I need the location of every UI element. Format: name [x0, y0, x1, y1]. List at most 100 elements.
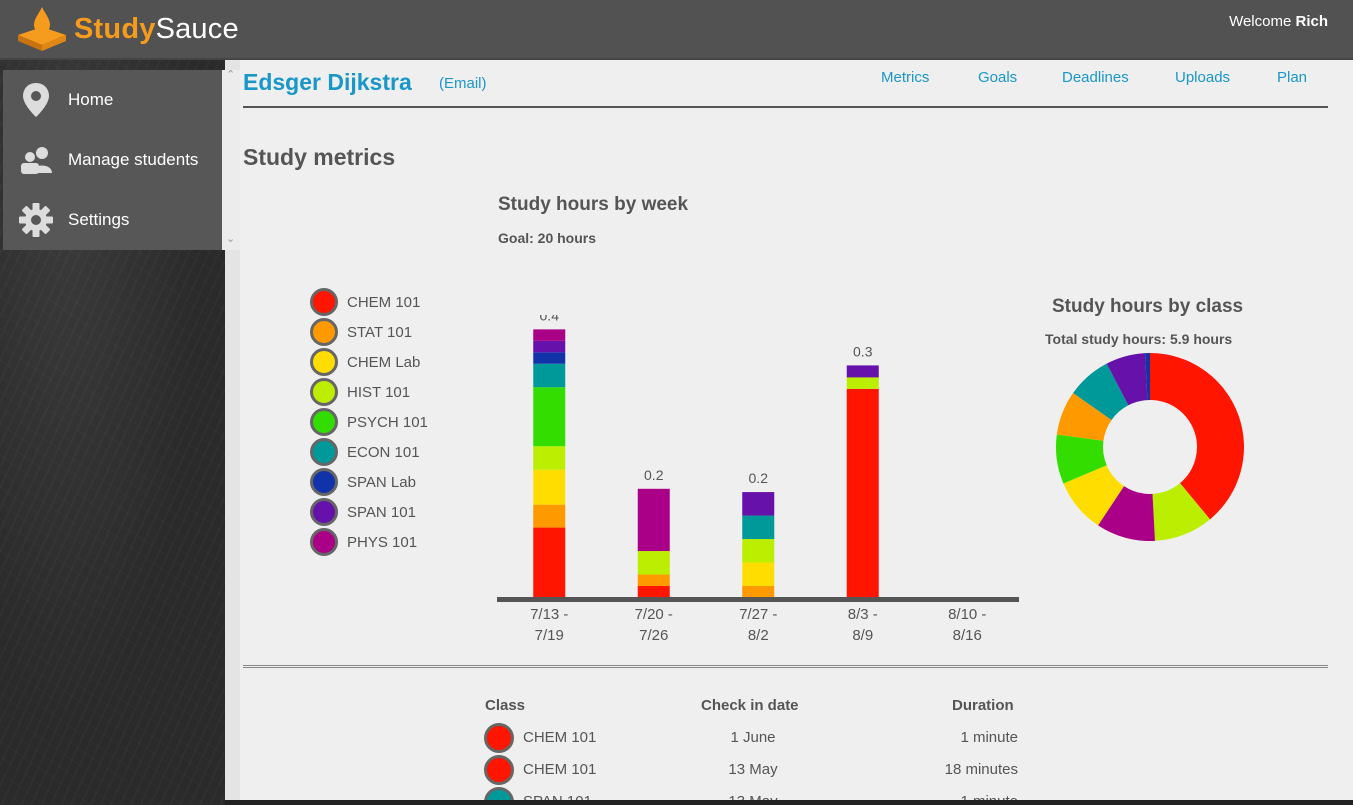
tab-uploads[interactable]: Uploads	[1175, 69, 1230, 86]
legend-item: CHEM 101	[310, 287, 480, 317]
bar-segment[interactable]	[637, 585, 670, 598]
x-tick-label: 7/26	[639, 627, 668, 644]
class-color-dot	[484, 755, 514, 785]
scroll-up-icon[interactable]: ⌃	[226, 68, 235, 81]
top-bar: StudySauce Welcome Rich	[0, 0, 1353, 60]
sidebar-scrollbar[interactable]: ⌃ ⌄	[222, 68, 240, 250]
bar-segment[interactable]	[846, 365, 879, 378]
legend-item: HIST 101	[310, 377, 480, 407]
page-title: Study metrics	[243, 144, 396, 170]
bar-segment[interactable]	[533, 527, 566, 598]
legend-item: CHEM Lab	[310, 347, 480, 377]
logo-text-study: Study	[74, 12, 156, 45]
sidebar-menu: Home Manage students Settings	[3, 70, 223, 250]
bar-segment[interactable]	[742, 492, 775, 516]
bar-segment[interactable]	[533, 352, 566, 364]
window-bottom-edge	[225, 800, 1353, 805]
legend-item: ECON 101	[310, 437, 480, 467]
x-tick-label: 8/2	[748, 627, 769, 644]
bar-segment[interactable]	[742, 585, 775, 598]
x-tick-label: 8/9	[852, 627, 873, 644]
bar-total-label: 0.4	[540, 315, 560, 323]
x-axis-line	[497, 597, 1019, 602]
legend-item: PHYS 101	[310, 527, 480, 557]
legend-label: ECON 101	[347, 443, 420, 461]
legend-label: PHYS 101	[347, 533, 418, 551]
bar-segment[interactable]	[742, 539, 775, 563]
sauce-bowl-icon	[18, 7, 66, 51]
bar-total-label: 0.2	[749, 470, 769, 486]
sidebar-item-manage-students[interactable]: Manage students	[3, 130, 223, 190]
sidebar-item-settings[interactable]: Settings	[3, 190, 223, 250]
bar-segment[interactable]	[533, 329, 566, 341]
column-header-date[interactable]: Check in date	[701, 697, 799, 714]
legend-label: PSYCH 101	[347, 413, 428, 431]
tab-metrics[interactable]: Metrics	[881, 69, 929, 86]
tab-bar: Metrics Goals Deadlines Uploads Plan	[225, 69, 1353, 89]
sidebar-item-label: Manage students	[68, 150, 199, 169]
legend-label: SPAN Lab	[347, 473, 416, 491]
bar-segment[interactable]	[533, 363, 566, 388]
row-class: CHEM 101	[523, 761, 597, 778]
x-tick-label: 7/20 -	[635, 606, 673, 623]
table-row[interactable]: CHEM 101 13 May 18 minutes	[225, 754, 1353, 786]
welcome-prefix: Welcome	[1229, 13, 1292, 30]
class-color-dot	[310, 378, 338, 406]
column-header-duration[interactable]: Duration	[952, 697, 1014, 714]
logo[interactable]: StudySauce	[16, 4, 239, 54]
class-color-dot	[310, 438, 338, 466]
column-header-class[interactable]: Class	[485, 697, 525, 714]
bar-segment[interactable]	[533, 387, 566, 447]
legend-label: SPAN 101	[347, 503, 416, 521]
scroll-down-icon[interactable]: ⌄	[226, 232, 235, 245]
donut-chart	[1056, 353, 1244, 541]
bar-segment[interactable]	[846, 377, 879, 389]
bar-segment[interactable]	[742, 562, 775, 586]
legend-item: SPAN 101	[310, 497, 480, 527]
legend-label: CHEM Lab	[347, 353, 421, 371]
x-tick-label: 7/19	[535, 627, 564, 644]
class-color-dot	[484, 723, 514, 753]
bar-chart-goal: Goal: 20 hours	[498, 230, 597, 246]
class-color-dot	[310, 288, 338, 316]
bar-segment[interactable]	[533, 469, 566, 505]
class-color-dot	[310, 528, 338, 556]
sidebar-item-home[interactable]: Home	[3, 70, 223, 130]
row-date: 1 June	[730, 729, 776, 746]
bar-segment[interactable]	[742, 515, 775, 540]
x-tick-label: 7/27 -	[739, 606, 777, 623]
table-row[interactable]: CHEM 101 1 June 1 minute	[225, 722, 1353, 754]
class-color-dot	[310, 468, 338, 496]
bar-segment[interactable]	[533, 504, 566, 528]
row-duration: 18 minutes	[944, 761, 1018, 778]
tab-goals[interactable]: Goals	[978, 69, 1017, 86]
class-color-dot	[310, 318, 338, 346]
class-color-dot	[310, 348, 338, 376]
donut-chart-title: Study hours by class	[1052, 296, 1244, 317]
legend-item: SPAN Lab	[310, 467, 480, 497]
bar-segment[interactable]	[846, 388, 879, 598]
tab-plan[interactable]: Plan	[1277, 69, 1307, 86]
users-icon	[19, 142, 53, 178]
welcome-message: Welcome Rich	[1229, 13, 1328, 30]
legend-label: CHEM 101	[347, 293, 421, 311]
row-duration: 1 minute	[960, 729, 1018, 746]
bar-segment[interactable]	[637, 574, 670, 586]
x-tick-label: 8/3 -	[848, 606, 878, 623]
legend-label: HIST 101	[347, 383, 411, 401]
x-tick-label: 8/10 -	[948, 606, 986, 623]
bar-segment[interactable]	[637, 488, 670, 552]
tab-divider	[243, 106, 1328, 108]
welcome-user[interactable]: Rich	[1295, 13, 1328, 30]
map-pin-icon	[19, 82, 53, 118]
bar-chart-title: Study hours by week	[498, 194, 689, 215]
bar-total-label: 0.2	[644, 467, 664, 483]
class-color-dot	[310, 408, 338, 436]
bar-segment[interactable]	[637, 551, 670, 575]
bar-chart: 0.4 7/13 - 7/19 0.2 7/20 - 7/26 0.2 7/27 - 8/2 0.…	[497, 315, 1019, 644]
bar-segment[interactable]	[533, 340, 566, 353]
gear-icon	[19, 202, 53, 238]
main-panel: Edsger Dijkstra (Email) Metrics Goals De…	[225, 60, 1353, 805]
bar-segment[interactable]	[533, 446, 566, 470]
tab-deadlines[interactable]: Deadlines	[1062, 69, 1129, 86]
